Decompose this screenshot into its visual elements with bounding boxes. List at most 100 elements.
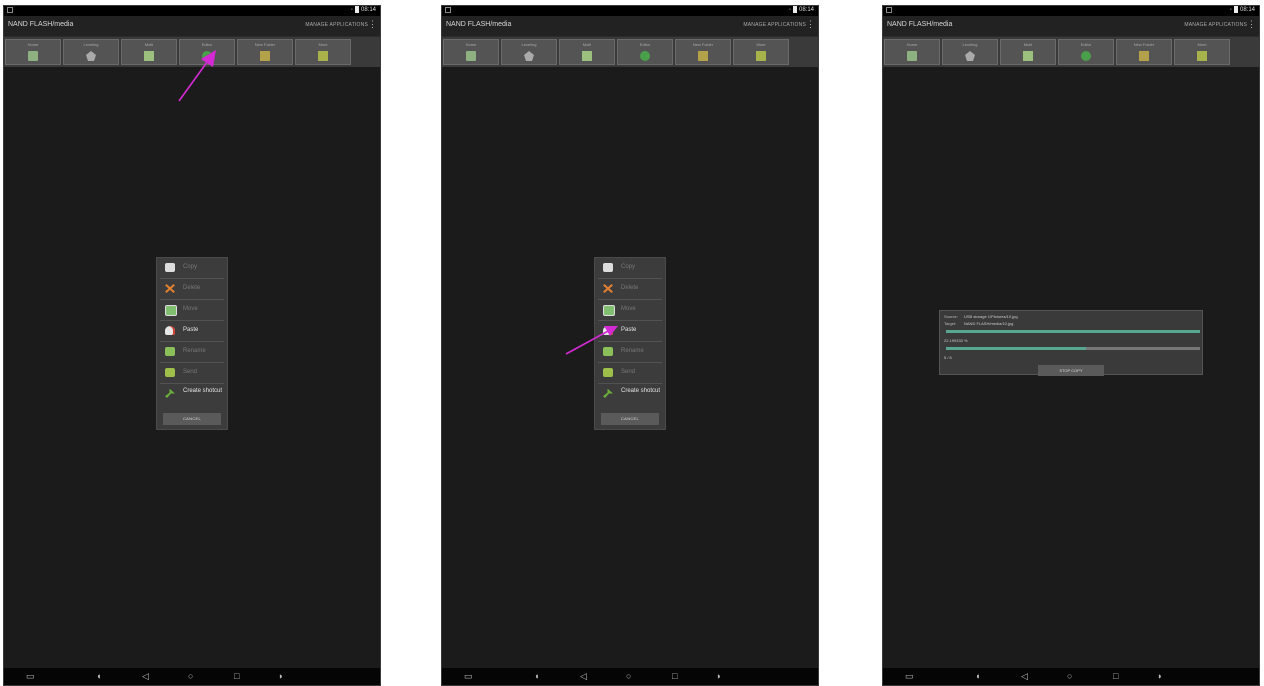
- delete-icon: [165, 284, 175, 293]
- manage-applications-button[interactable]: MANAGE APPLICATIONS: [1184, 22, 1247, 28]
- notification-icon: [445, 7, 451, 13]
- tool-more[interactable]: More: [1174, 39, 1230, 65]
- volume-up-icon[interactable]: ◗: [1157, 671, 1162, 681]
- recents-icon[interactable]: □: [672, 671, 677, 681]
- tool-more[interactable]: More: [733, 39, 789, 65]
- navigation-bar: ▭ ◖ ◁ ○ □ ◗: [883, 668, 1259, 685]
- menu-item-send[interactable]: Send: [598, 363, 662, 384]
- notification-icon: [886, 7, 892, 13]
- tool-multi[interactable]: Multi: [559, 39, 615, 65]
- pin-icon: [603, 389, 613, 398]
- menu-item-send[interactable]: Send: [160, 363, 224, 384]
- menu-item-move[interactable]: Move: [160, 300, 224, 321]
- menu-item-label: Delete: [183, 285, 201, 291]
- screenshot-icon[interactable]: ▭: [905, 671, 914, 681]
- home-nav-icon[interactable]: ○: [188, 671, 193, 681]
- source-row: Source: USB storage 1/Pictures/10.jpg: [944, 314, 1018, 319]
- tool-multi[interactable]: Multi: [121, 39, 177, 65]
- battery-icon: [354, 6, 359, 13]
- tool-home[interactable]: Home: [884, 39, 940, 65]
- percent-text: 22.199333 %: [944, 338, 968, 343]
- menu-item-label: Paste: [621, 327, 637, 333]
- status-right: ◦ 08:14: [788, 6, 814, 14]
- cancel-button[interactable]: CANCEL: [601, 413, 659, 425]
- menu-item-copy[interactable]: Copy: [160, 258, 224, 279]
- back-icon[interactable]: ◁: [1021, 671, 1028, 681]
- app-title: NAND FLASH/media: [887, 21, 953, 28]
- screenshot-icon[interactable]: ▭: [26, 671, 35, 681]
- tool-label: Editor: [1080, 42, 1092, 47]
- tool-leveling[interactable]: Leveling: [63, 39, 119, 65]
- menu-item-label: Rename: [183, 348, 206, 354]
- menu-item-label: Rename: [621, 348, 644, 354]
- more-icon: [318, 51, 328, 61]
- status-time: 08:14: [360, 7, 376, 14]
- level-icon: [86, 51, 96, 61]
- tool-new-folder[interactable]: New Folder: [1116, 39, 1172, 65]
- menu-item-copy[interactable]: Copy: [598, 258, 662, 279]
- pointer-arrow: [565, 326, 618, 355]
- tool-multi[interactable]: Multi: [1000, 39, 1056, 65]
- menu-item-paste[interactable]: Paste: [160, 321, 224, 342]
- back-icon[interactable]: ◁: [580, 671, 587, 681]
- home-nav-icon[interactable]: ○: [1067, 671, 1072, 681]
- home-icon: [28, 51, 38, 61]
- menu-item-rename[interactable]: Rename: [160, 342, 224, 363]
- tool-home[interactable]: Home: [5, 39, 61, 65]
- status-right: ◦ 08:14: [350, 6, 376, 14]
- menu-item-create-shortcut[interactable]: Create shotcut: [160, 384, 224, 410]
- overflow-menu-icon[interactable]: ⋮: [1247, 19, 1256, 29]
- screenshot-icon[interactable]: ▭: [464, 671, 473, 681]
- source-label: Source:: [944, 314, 958, 319]
- menu-item-label: Copy: [621, 264, 636, 270]
- cancel-button[interactable]: CANCEL: [163, 413, 221, 425]
- overflow-menu-icon[interactable]: ⋮: [368, 19, 377, 29]
- volume-down-icon[interactable]: ◖: [975, 671, 980, 681]
- menu-item-label: Paste: [183, 327, 199, 333]
- new-folder-icon: [1139, 51, 1149, 61]
- stop-copy-button[interactable]: STOP COPY: [1038, 365, 1104, 376]
- copy-icon: [603, 263, 613, 272]
- editor-icon: [1081, 51, 1091, 61]
- tool-leveling[interactable]: Leveling: [942, 39, 998, 65]
- recents-icon[interactable]: □: [1113, 671, 1118, 681]
- menu-item-create-shortcut[interactable]: Create shotcut: [598, 384, 662, 410]
- volume-down-icon[interactable]: ◖: [534, 671, 539, 681]
- target-path: NAND FLASH/media/10.jpg: [964, 321, 1014, 326]
- level-icon: [524, 51, 534, 61]
- volume-up-icon[interactable]: ◗: [716, 671, 721, 681]
- tool-label: Leveling: [83, 42, 99, 47]
- app-bar: NAND FLASH/media MANAGE APPLICATIONS ⋮: [442, 16, 818, 37]
- tool-new-folder[interactable]: New Folder: [237, 39, 293, 65]
- new-folder-icon: [260, 51, 270, 61]
- tool-editor[interactable]: Editor: [1058, 39, 1114, 65]
- send-icon: [165, 368, 175, 377]
- tool-leveling[interactable]: Leveling: [501, 39, 557, 65]
- tool-new-folder[interactable]: New Folder: [675, 39, 731, 65]
- navigation-bar: ▭ ◖ ◁ ○ □ ◗: [4, 668, 380, 685]
- pointer-arrow: [178, 50, 216, 102]
- move-icon: [165, 305, 177, 316]
- tool-more[interactable]: More: [295, 39, 351, 65]
- home-nav-icon[interactable]: ○: [626, 671, 631, 681]
- menu-item-delete[interactable]: Delete: [598, 279, 662, 300]
- rename-icon: [165, 347, 175, 356]
- tool-label: More: [318, 42, 328, 47]
- tool-home[interactable]: Home: [443, 39, 499, 65]
- back-icon[interactable]: ◁: [142, 671, 149, 681]
- target-row: Target: NAND FLASH/media/10.jpg: [944, 321, 1013, 326]
- status-bar: ◦ 08:14: [4, 6, 380, 16]
- menu-item-delete[interactable]: Delete: [160, 279, 224, 300]
- tool-label: More: [756, 42, 766, 47]
- recents-icon[interactable]: □: [234, 671, 239, 681]
- tool-label: Leveling: [521, 42, 537, 47]
- overflow-menu-icon[interactable]: ⋮: [806, 19, 815, 29]
- manage-applications-button[interactable]: MANAGE APPLICATIONS: [305, 22, 368, 28]
- volume-up-icon[interactable]: ◗: [278, 671, 283, 681]
- volume-down-icon[interactable]: ◖: [96, 671, 101, 681]
- screenshot-panel-2: ◦ 08:14 NAND FLASH/media MANAGE APPLICATI…: [441, 5, 819, 686]
- manage-applications-button[interactable]: MANAGE APPLICATIONS: [743, 22, 806, 28]
- menu-item-label: Create shotcut: [183, 388, 223, 394]
- tool-editor[interactable]: Editor: [617, 39, 673, 65]
- tool-label: Multi: [144, 42, 154, 47]
